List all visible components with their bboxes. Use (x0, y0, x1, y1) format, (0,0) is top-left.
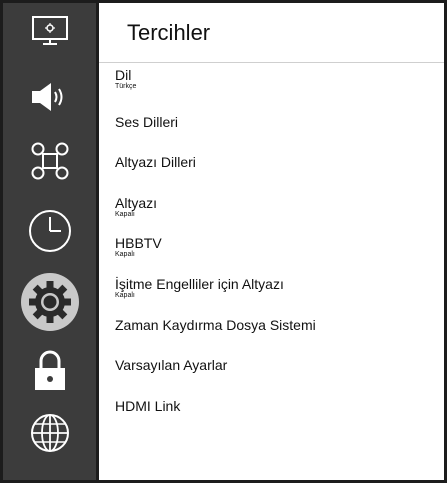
menu-item-timeshift-file-system[interactable]: Zaman Kaydırma Dosya Sistemi (115, 317, 436, 333)
menu-item-hbbtv[interactable]: HBBTV Kapalı (115, 235, 436, 259)
speaker-icon (31, 83, 62, 111)
main-panel: Tercihler Dil Türkçe Ses Dilleri Altyazı… (99, 3, 444, 480)
menu-item-label: Altyazı (115, 195, 158, 211)
menu-item-label: Ses Dilleri (115, 114, 179, 130)
menu-item-label: HDMI Link (115, 398, 181, 414)
sidebar-item-preferences[interactable] (3, 271, 96, 333)
sidebar-item-settings[interactable] (3, 136, 96, 186)
menu-item-hearing-impaired-subtitles[interactable]: İşitme Engelliler için Altyazı Kapalı (115, 276, 436, 300)
menu-item-value: Kapalı (115, 251, 135, 258)
menu-item-value: Kapalı (115, 292, 135, 299)
sidebar-item-network[interactable] (3, 408, 96, 458)
menu-item-value: Kapalı (115, 211, 135, 218)
command-icon (31, 142, 68, 180)
header: Tercihler (99, 3, 444, 63)
menu-item-language[interactable]: Dil Türkçe (115, 67, 436, 91)
lock-icon (34, 350, 65, 390)
sidebar-item-timers[interactable] (3, 206, 96, 256)
sidebar-item-picture[interactable] (3, 11, 96, 51)
globe-icon (30, 414, 69, 452)
menu-item-default-settings[interactable]: Varsayılan Ayarlar (115, 357, 436, 373)
sidebar (3, 3, 96, 480)
clock-icon (28, 210, 71, 252)
menu-item-subtitles[interactable]: Altyazı Kapalı (115, 195, 436, 219)
sidebar-item-lock[interactable] (3, 345, 96, 395)
menu-item-hdmi-link[interactable]: HDMI Link (115, 398, 436, 414)
menu-item-label: İşitme Engelliler için Altyazı (115, 276, 284, 292)
menu-item-value: Türkçe (115, 83, 137, 90)
menu-item-label: HBBTV (115, 235, 162, 251)
menu-item-audio-languages[interactable]: Ses Dilleri (115, 114, 436, 130)
menu-item-subtitle-languages[interactable]: Altyazı Dilleri (115, 154, 436, 170)
sidebar-item-sound[interactable] (3, 74, 96, 120)
page-title: Tercihler (127, 19, 211, 45)
menu-item-label: Zaman Kaydırma Dosya Sistemi (115, 317, 316, 333)
monitor-icon (31, 16, 68, 45)
menu-item-label: Dil (115, 67, 132, 83)
menu-item-label: Varsayılan Ayarlar (115, 357, 228, 373)
gear-icon (20, 273, 79, 331)
menu-item-label: Altyazı Dilleri (115, 154, 196, 170)
